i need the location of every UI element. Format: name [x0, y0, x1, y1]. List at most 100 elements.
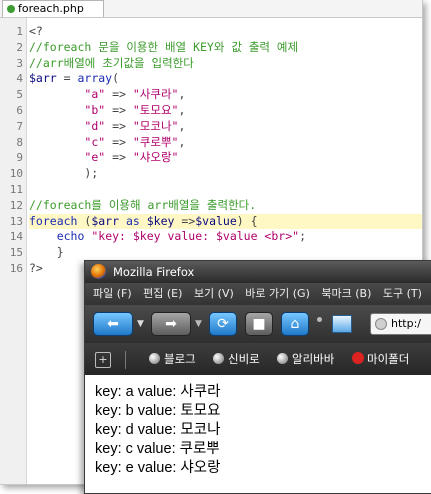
line-number: 4 — [16, 72, 23, 86]
line-number: 14 — [9, 230, 23, 244]
globe-icon — [277, 353, 288, 364]
back-button[interactable]: ⬅ — [93, 312, 133, 336]
add-bookmark-icon[interactable]: + — [95, 352, 111, 368]
tab-foreach-php[interactable]: foreach.php — [2, 0, 104, 17]
line-number-gutter: 1 2 3 4 5 6 7 8 9 10 11 12 13 14 15 16 — [0, 18, 27, 484]
code-token: "사쿠라" — [132, 87, 179, 102]
globe-icon — [149, 353, 160, 364]
code-line: "e" => "샤오랑" — [29, 150, 422, 166]
menu-file[interactable]: 파일 (F) — [93, 287, 132, 300]
menu-bookmarks[interactable]: 북마크 (B) — [321, 287, 371, 300]
bookmark-item[interactable]: 마이폴더 — [352, 343, 409, 375]
menu-view[interactable]: 보기 (V) — [194, 287, 234, 300]
bookmark-favicon-icon — [352, 352, 364, 364]
firefox-logo-icon — [91, 264, 106, 279]
code-token: ( — [77, 213, 92, 228]
code-token: $key — [146, 213, 175, 228]
line-number: 10 — [9, 167, 23, 181]
code-token: => — [174, 213, 196, 228]
line-number: 8 — [16, 135, 23, 149]
navigation-toolbar: ⬅ ▼ ➡ ▼ ⟳ ■ ⌂ http:/ — [85, 305, 431, 343]
url-bar[interactable]: http:/ — [370, 313, 431, 335]
code-line: } — [29, 245, 422, 261]
code-token: "d" — [84, 118, 106, 133]
line-number: 11 — [9, 183, 23, 196]
code-line: //foreach 문을 이용한 배열 KEY와 값 출력 예제 — [29, 40, 422, 56]
output-line: key: d value: 모코나 — [95, 422, 221, 438]
page-content: key: a value: 사쿠라 key: b value: 토모요 key:… — [85, 375, 431, 493]
code-token: ?> — [29, 260, 43, 275]
output-line: key: e value: 샤오랑 — [95, 460, 221, 476]
code-token: foreach — [29, 213, 78, 228]
code-token: //foreach 문을 이용한 배열 KEY와 값 출력 예제 — [29, 39, 299, 54]
menu-go[interactable]: 바로 가기 (G) — [245, 287, 310, 300]
back-arrow-icon: ⬅ — [107, 316, 119, 332]
forward-button[interactable]: ➡ — [151, 312, 191, 336]
reload-button[interactable]: ⟳ — [209, 312, 237, 336]
code-token: , — [178, 102, 186, 117]
code-token: //foreach를 이용해 arr배열을 출력한다. — [29, 197, 257, 212]
code-line: <? — [29, 24, 422, 40]
script-output: key: a value: 사쿠라 key: b value: 토모요 key:… — [95, 383, 220, 478]
firefox-window: Mozilla Firefox 파일 (F) 편집 (E) 보기 (V) 바로 … — [84, 260, 431, 494]
bookmark-item[interactable]: 신비로 — [213, 343, 260, 375]
menu-edit[interactable]: 편집 (E) — [143, 287, 182, 300]
bookmark-item[interactable]: 알리바바 — [277, 343, 334, 375]
window-titlebar: Mozilla Firefox — [85, 261, 431, 283]
line-number: 13 — [9, 214, 23, 228]
code-token: "c" — [84, 134, 106, 149]
code-token: => — [105, 87, 133, 102]
code-token: "b" — [84, 102, 106, 117]
code-token: "e" — [84, 150, 106, 165]
code-token: "a" — [84, 87, 106, 102]
code-token: , — [178, 87, 186, 102]
line-number: 16 — [9, 262, 23, 275]
line-number: 15 — [9, 246, 23, 260]
code-token: //arr배열에 초기값을 입력한다 — [29, 55, 194, 70]
code-line: foreach ($arr as $key =>$value) { — [29, 213, 422, 230]
line-number: 9 — [16, 151, 23, 165]
code-token: $arr — [91, 213, 120, 228]
bookmarks-toolbar: + 블로그 신비로 알리바바 마이폴더 — [85, 343, 431, 375]
reload-icon: ⟳ — [217, 316, 229, 332]
window-title: Mozilla Firefox — [113, 265, 195, 279]
code-line: //foreach를 이용해 arr배열을 출력한다. — [29, 198, 422, 214]
code-token: $value — [195, 213, 237, 228]
output-line: key: c value: 쿠로뿌 — [95, 441, 220, 457]
code-token: ; — [299, 229, 306, 244]
code-token: <? — [29, 24, 43, 38]
code-token: "토모요" — [132, 102, 179, 117]
page-icon[interactable] — [332, 315, 352, 333]
code-token: "key: $key value: $value <br>" — [91, 229, 300, 244]
home-button[interactable]: ⌂ — [281, 312, 309, 336]
site-identity-icon — [375, 318, 387, 330]
code-token: array — [77, 71, 113, 86]
code-token: = — [56, 71, 78, 86]
tab-label: foreach.php — [18, 2, 84, 15]
line-number: 3 — [16, 56, 23, 70]
php-file-icon — [7, 5, 15, 13]
code-token: "쿠로뿌" — [132, 134, 179, 149]
code-token: => — [105, 150, 133, 165]
back-history-dropdown-icon[interactable]: ▼ — [137, 319, 144, 329]
code-token: , — [178, 134, 186, 149]
code-token: as — [119, 213, 147, 228]
code-area[interactable]: <?//foreach 문을 이용한 배열 KEY와 값 출력 예제//arr배… — [29, 24, 422, 277]
stop-button[interactable]: ■ — [245, 312, 273, 336]
bookmark-item[interactable]: 블로그 — [149, 343, 196, 375]
code-line: ); — [29, 166, 422, 182]
code-line: //arr배열에 초기값을 입력한다 — [29, 56, 422, 72]
output-line: key: b value: 토모요 — [95, 403, 221, 419]
line-number: 12 — [9, 198, 23, 212]
forward-history-dropdown-icon[interactable]: ▼ — [195, 319, 202, 329]
code-line: echo "key: $key value: $value <br>"; — [29, 229, 422, 245]
menu-tools[interactable]: 도구 (T) — [383, 287, 422, 300]
stop-icon: ■ — [252, 316, 266, 332]
forward-arrow-icon: ➡ — [165, 316, 177, 332]
